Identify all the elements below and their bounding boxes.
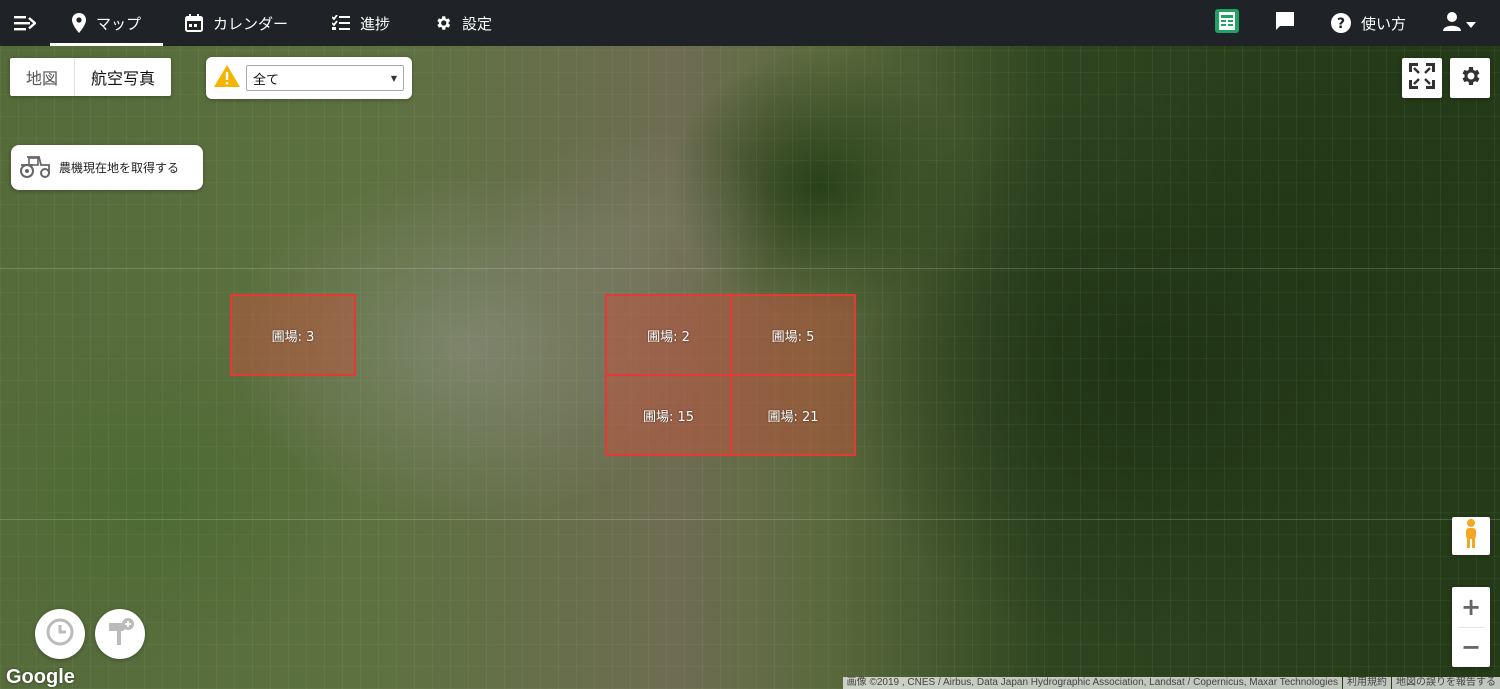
imagery-attribution: 画像 ©2019 , CNES / Airbus, Data Japan Hyd… [842, 677, 1342, 689]
field-label: 圃場: 15 [642, 409, 695, 425]
field-label: 圃場: 5 [771, 329, 815, 345]
zoom-in-button[interactable]: + [1452, 587, 1490, 627]
chat-button[interactable] [1257, 0, 1313, 46]
terms-link[interactable]: 利用規約 [1343, 677, 1391, 689]
nav-tab-calendar[interactable]: カレンダー [163, 0, 310, 46]
gear-icon [1458, 64, 1482, 92]
nav-right-group: ? 使い方 [1197, 0, 1500, 46]
field-label: 圃場: 2 [647, 329, 690, 345]
zoom-out-button[interactable]: − [1452, 628, 1490, 668]
tractor-icon [19, 153, 53, 182]
clock-icon [46, 618, 74, 650]
map-type-toggle: 地図 航空写真 [10, 58, 172, 96]
signpost-add-icon [105, 617, 135, 651]
menu-toggle-button[interactable] [0, 0, 50, 46]
checklist-icon [332, 15, 351, 31]
pegman-icon [1463, 519, 1479, 553]
svg-text:?: ? [1337, 16, 1345, 32]
spreadsheet-icon [1214, 9, 1239, 37]
nav-tab-settings[interactable]: 設定 [412, 0, 514, 46]
calendar-icon [185, 14, 204, 32]
fullscreen-button[interactable] [1402, 58, 1442, 98]
help-button[interactable]: ? 使い方 [1313, 0, 1424, 46]
alert-filter-select[interactable]: 全て ▼ [246, 65, 404, 91]
nav-tab-progress[interactable]: 進捗 [310, 0, 412, 46]
user-menu-button[interactable] [1424, 0, 1500, 46]
spreadsheet-button[interactable] [1197, 0, 1257, 46]
map-tile-seam [0, 268, 1500, 269]
field-label: 圃場: 21 [767, 409, 819, 425]
map-settings-button[interactable] [1450, 58, 1490, 98]
alert-filter: 全て ▼ [206, 57, 412, 99]
nav-tab-calendar-label: カレンダー [213, 14, 289, 33]
google-logo: Google [6, 666, 75, 688]
zoom-control: + − [1452, 587, 1490, 667]
chat-icon [1275, 11, 1295, 35]
nav-tab-map[interactable]: マップ [50, 0, 164, 46]
gear-icon [434, 14, 452, 32]
street-view-pegman-button[interactable] [1452, 517, 1490, 555]
map-type-satellite-button[interactable]: 航空写真 [74, 58, 171, 96]
tractor-button-label: 農機現在地を取得する [59, 161, 180, 175]
caret-down-icon [1466, 14, 1476, 32]
field-polygon[interactable]: 圃場: 3 [230, 294, 356, 376]
nav-tab-progress-label: 進捗 [360, 14, 391, 33]
field-polygon[interactable]: 圃場: 5 [730, 294, 856, 376]
report-error-link[interactable]: 地図の誤りを報告する [1392, 677, 1500, 689]
help-label: 使い方 [1360, 14, 1406, 33]
map-pin-icon [72, 13, 86, 33]
add-signpost-button[interactable] [95, 609, 145, 659]
field-label: 圃場: 3 [271, 329, 315, 345]
satellite-map[interactable]: 圃場: 3 圃場: 2 圃場: 5 圃場: 15 圃場: 21 地図 航空写真 … [0, 46, 1500, 689]
field-polygon[interactable]: 圃場: 21 [730, 374, 856, 456]
warning-icon [214, 65, 240, 91]
alert-filter-value: 全て [253, 72, 280, 88]
field-polygon[interactable]: 圃場: 2 [605, 294, 732, 376]
map-tile-seam [0, 519, 1500, 520]
top-navbar: マップ カレンダー 進捗 設定 ? 使い方 [0, 0, 1500, 46]
map-attribution: 画像 ©2019 , CNES / Airbus, Data Japan Hyd… [842, 677, 1500, 689]
get-tractor-location-button[interactable]: 農機現在地を取得する [11, 145, 203, 190]
help-circle-icon: ? [1330, 13, 1351, 33]
nav-tab-settings-label: 設定 [462, 14, 493, 33]
fullscreen-icon [1409, 63, 1435, 93]
menu-arrow-icon [14, 16, 36, 31]
history-button[interactable] [35, 609, 85, 659]
user-icon [1442, 11, 1462, 35]
nav-tab-map-label: マップ [96, 14, 142, 33]
select-arrow-icon: ▼ [390, 73, 397, 83]
map-type-map-button[interactable]: 地図 [10, 58, 74, 96]
field-polygon[interactable]: 圃場: 15 [605, 374, 732, 456]
